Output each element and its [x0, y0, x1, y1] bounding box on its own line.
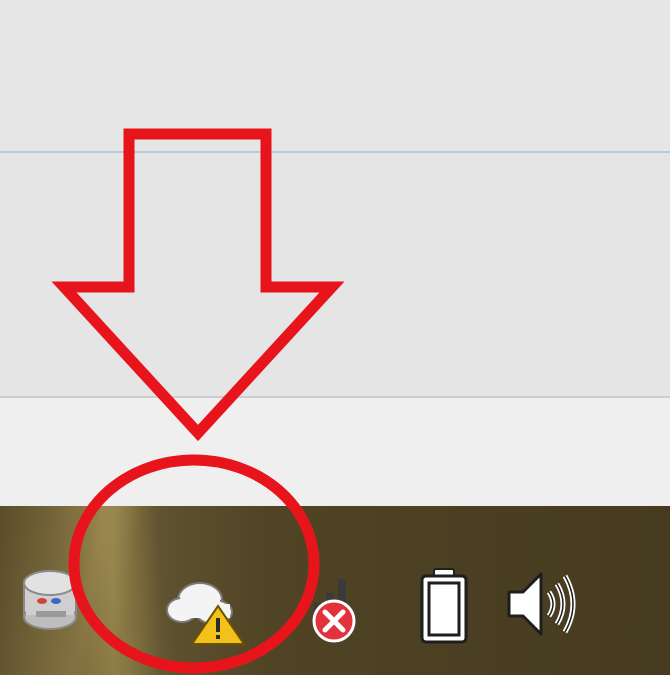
error-x-icon	[312, 599, 356, 643]
window-status-strip	[0, 398, 670, 506]
removable-disk-icon[interactable]	[20, 563, 84, 635]
network-disconnected-icon[interactable]	[300, 575, 360, 645]
screen	[0, 0, 670, 675]
battery-icon[interactable]	[416, 567, 472, 645]
window-header-area	[0, 0, 670, 152]
window-content-area	[0, 153, 670, 397]
onedrive-warning-icon[interactable]	[160, 570, 246, 646]
volume-icon[interactable]	[503, 568, 581, 640]
